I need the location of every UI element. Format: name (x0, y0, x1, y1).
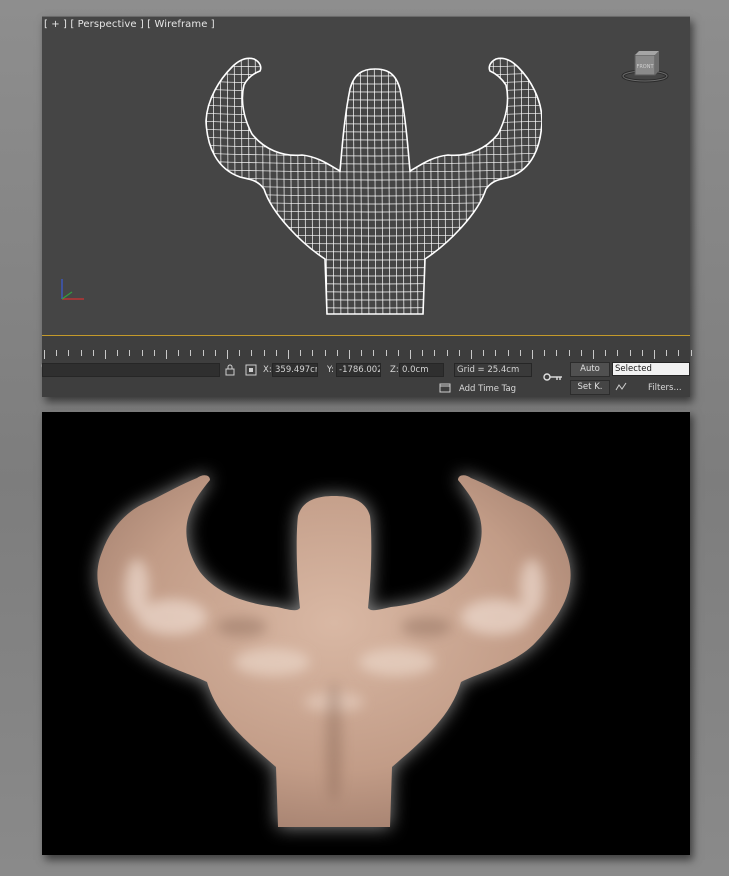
trackbar-tick (44, 350, 45, 359)
trackbar-tick (397, 350, 399, 356)
trackbar-tick (641, 350, 643, 356)
trackbar-tick (654, 350, 655, 359)
trackbar-tick (275, 350, 277, 356)
trackbar-tick (434, 350, 436, 356)
trackbar-tick (666, 350, 668, 356)
trackbar-tick (251, 350, 253, 356)
viewcube-label: FRONT (636, 64, 654, 70)
add-time-tag-button[interactable]: Add Time Tag (459, 384, 516, 394)
trackbar-tick (690, 350, 692, 356)
lock-icon[interactable] (223, 363, 237, 377)
status-bar: X: 359.497cm Y: -1786.002 Z: 0.0cm Grid … (42, 360, 690, 397)
x-label: X: (263, 365, 272, 375)
auto-key-button[interactable]: Auto (570, 362, 610, 377)
time-slider[interactable] (42, 335, 690, 350)
trackbar-tick (483, 350, 485, 356)
trackbar-tick (617, 350, 619, 356)
trackbar-tick (507, 350, 509, 356)
z-label: Z: (390, 365, 399, 375)
trackbar-tick (214, 350, 216, 356)
trackbar-tick (519, 350, 521, 356)
viewcube-icon[interactable]: FRONT (620, 49, 670, 83)
trackbar-tick (105, 350, 106, 359)
trackbar-tick (300, 350, 302, 356)
trackbar-tick (593, 350, 594, 359)
trackbar-tick (361, 350, 363, 356)
trackbar-tick (422, 350, 424, 356)
trackbar-tick (532, 350, 533, 359)
trackbar-tick (349, 350, 350, 359)
trackbar-tick (312, 350, 314, 356)
x-coordinate-field[interactable]: 359.497cm (272, 363, 318, 377)
wire-outline (205, 57, 542, 315)
trackbar-tick (544, 350, 546, 356)
wireframe-torso[interactable] (152, 29, 542, 329)
trackbar-tick (495, 350, 497, 356)
trackbar-tick (568, 350, 570, 356)
key-icon[interactable] (542, 370, 564, 384)
time-tag-icon[interactable] (438, 381, 452, 395)
filters-button[interactable]: Filters... (648, 383, 682, 393)
y-coordinate-field[interactable]: -1786.002 (336, 363, 381, 377)
trackbar-tick (385, 350, 387, 356)
trackbar-tick (446, 350, 448, 356)
trackbar-tick (324, 350, 326, 356)
trackbar-tick (288, 350, 289, 359)
wire-grid (206, 58, 542, 314)
trackbar-tick (202, 350, 204, 356)
trackbar-tick (117, 350, 119, 356)
trackbar-tick (166, 350, 167, 359)
trackbar-tick (227, 350, 228, 359)
perspective-viewport[interactable]: [ + ] [ Perspective ] [ Wireframe ] FRON… (42, 17, 690, 335)
trackbar-tick (373, 350, 375, 356)
grid-size-display: Grid = 25.4cm (454, 363, 532, 377)
trackbar-tick (410, 350, 411, 359)
prompt-line[interactable] (42, 363, 220, 377)
trackbar-tick (239, 350, 241, 356)
trackbar-tick (263, 350, 265, 356)
trackbar-tick (56, 350, 58, 356)
axis-tripod-icon (61, 279, 84, 300)
y-label: Y: (327, 365, 334, 375)
trackbar-tick (605, 350, 607, 356)
trackbar-tick (178, 350, 180, 356)
trackbar-tick (80, 350, 82, 356)
trackbar-tick (556, 350, 558, 356)
absolute-mode-icon[interactable] (244, 363, 258, 377)
trackbar-tick (678, 350, 680, 356)
z-coordinate-field[interactable]: 0.0cm (399, 363, 444, 377)
max-window: [ + ] [ Perspective ] [ Wireframe ] FRON… (41, 16, 692, 397)
trackbar-tick (153, 350, 155, 356)
trackbar-tick (92, 350, 94, 356)
trackbar-tick (68, 350, 70, 356)
trackbar-tick (129, 350, 131, 356)
trackbar-tick (629, 350, 631, 356)
trackbar-tick (458, 350, 460, 356)
render-frame (42, 410, 690, 855)
rendered-torso (42, 412, 690, 855)
trackbar-tick (471, 350, 472, 359)
trackbar-tick (580, 350, 582, 356)
selection-set-dropdown[interactable]: Selected (612, 362, 690, 376)
trackbar-tick (190, 350, 192, 356)
trackbar-tick (336, 350, 338, 356)
set-key-button[interactable]: Set K. (570, 380, 610, 395)
key-filters-icon[interactable] (614, 380, 628, 394)
trackbar-tick (141, 350, 143, 356)
